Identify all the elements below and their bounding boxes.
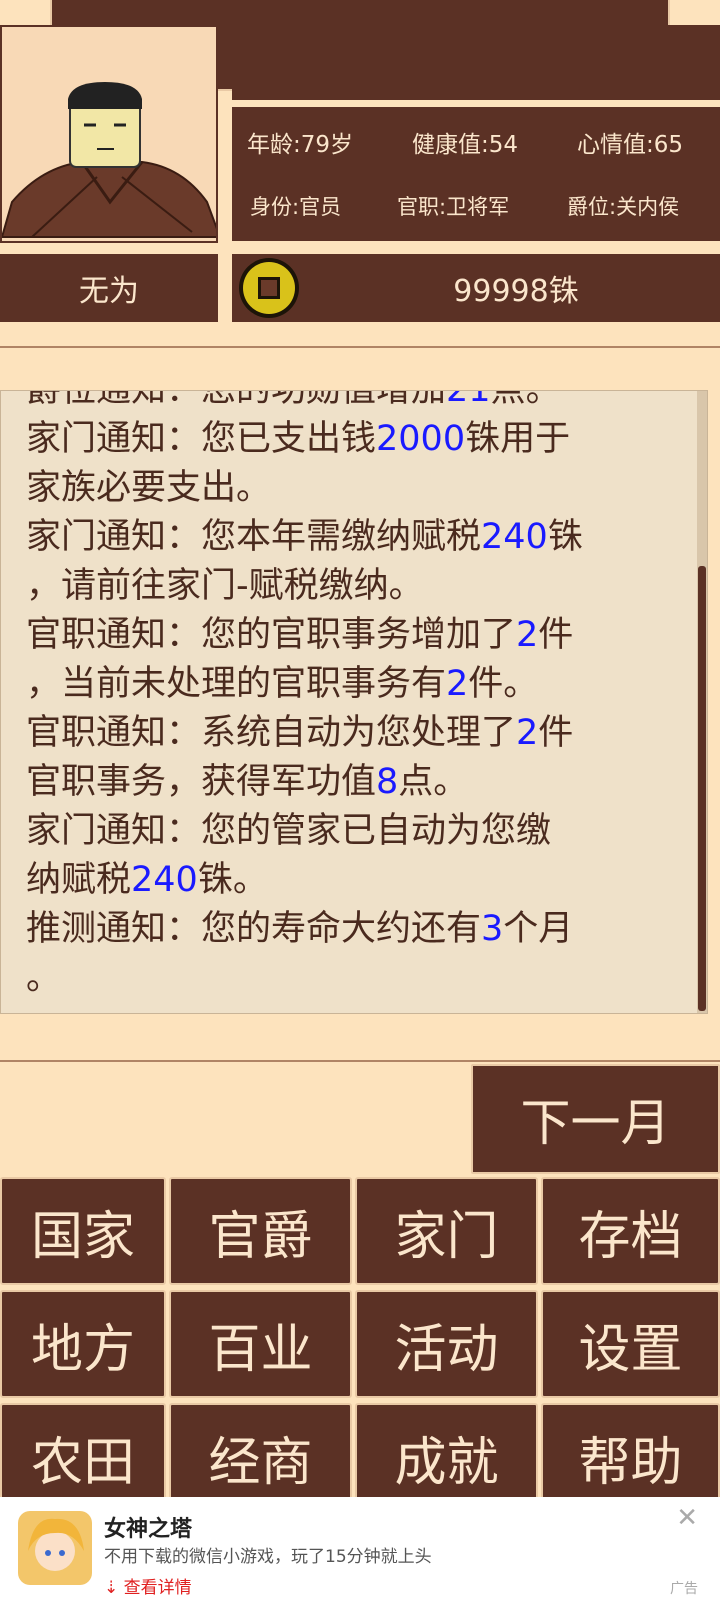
- age-stat: 年龄:79岁: [247, 132, 354, 158]
- log-number: 240: [481, 517, 548, 557]
- ad-label: 广告: [670, 1581, 698, 1597]
- ad-title: 女神之塔: [104, 1517, 193, 1542]
- next-month-button[interactable]: 下一月: [471, 1064, 720, 1174]
- log-number: 3: [481, 909, 504, 949]
- message-log[interactable]: 爵位通知：您的功勋值增加21点。 家门通知：您已支出钱2000铢用于 家族必要支出。…: [0, 390, 708, 1014]
- money-amount: 99998铢: [453, 274, 579, 309]
- character-name: 无为: [0, 254, 218, 322]
- log-line: 爵位通知：您的功勋值增加21点。: [26, 390, 701, 415]
- log-text: 个月: [503, 909, 574, 949]
- log-line: 推测通知：您的寿命大约还有3个月: [26, 905, 701, 954]
- log-scrollbar-thumb[interactable]: [698, 566, 706, 1011]
- ad-details-label: 查看详情: [123, 1578, 192, 1598]
- menu-button[interactable]: 百业: [169, 1290, 352, 1398]
- log-line: 官职通知：您的官职事务增加了2件: [26, 611, 701, 660]
- log-text: 件: [538, 615, 574, 655]
- menu-button[interactable]: 经商: [169, 1403, 352, 1511]
- log-line: 家门通知：您本年需缴纳赋税240铢: [26, 513, 701, 562]
- character-portrait[interactable]: [0, 25, 218, 243]
- log-number: 2: [446, 664, 469, 704]
- log-text: 件: [538, 713, 574, 753]
- log-number: 2: [516, 713, 539, 753]
- log-number: 240: [131, 860, 198, 900]
- header-bar: [232, 25, 720, 100]
- mood-stat: 心情值:65: [577, 132, 684, 158]
- log-text: 铢: [547, 517, 583, 557]
- log-line: ，请前往家门-赋税缴纳。: [26, 562, 701, 611]
- menu-button[interactable]: 帮助: [541, 1403, 720, 1511]
- log-text: 家门通知：您的管家已自动为您缴: [26, 811, 552, 851]
- divider: [0, 346, 720, 348]
- log-number: 2: [516, 615, 539, 655]
- log-text: 铢。: [197, 860, 268, 900]
- log-line: 官职事务，获得军功值8点。: [26, 758, 701, 807]
- log-text: 纳赋税: [26, 860, 132, 900]
- menu-button[interactable]: 家门: [355, 1177, 538, 1285]
- close-icon[interactable]: ✕: [676, 1503, 698, 1533]
- log-line: 官职通知：系统自动为您处理了2件: [26, 709, 701, 758]
- log-text: 家门通知：您本年需缴纳赋税: [26, 517, 482, 557]
- office-stat: 官职:卫将军: [397, 195, 510, 219]
- log-line: 家门通知：您的管家已自动为您缴: [26, 807, 701, 856]
- log-text: 铢用于: [465, 419, 571, 459]
- log-line: 家族必要支出。: [26, 464, 701, 513]
- menu-button[interactable]: 存档: [541, 1177, 720, 1285]
- log-text: ，请前往家门-赋税缴纳。: [26, 566, 424, 606]
- character-avatar-icon: [2, 27, 216, 241]
- ad-game-icon[interactable]: [18, 1511, 92, 1585]
- money-bar: 99998铢: [232, 254, 720, 322]
- log-number: 2000: [376, 419, 466, 459]
- ad-banner[interactable]: 女神之塔 不用下载的微信小游戏，玩了15分钟就上头 ⇣ 查看详情 ✕ 广告: [0, 1497, 720, 1600]
- menu-button[interactable]: 地方: [0, 1290, 166, 1398]
- log-line: 纳赋税240铢。: [26, 856, 701, 905]
- log-number: 21: [446, 390, 491, 410]
- menu-button[interactable]: 官爵: [169, 1177, 352, 1285]
- log-scrollbar[interactable]: [697, 391, 707, 1013]
- divider: [0, 1060, 720, 1062]
- menu-button[interactable]: 国家: [0, 1177, 166, 1285]
- log-number: 8: [376, 762, 399, 802]
- log-text: 件。: [468, 664, 539, 704]
- coin-icon: [239, 258, 299, 318]
- rank-stat: 爵位:关内侯: [567, 195, 680, 219]
- ad-description: 不用下载的微信小游戏，玩了15分钟就上头: [104, 1547, 432, 1567]
- log-text: 点。: [490, 390, 561, 410]
- menu-button[interactable]: 活动: [355, 1290, 538, 1398]
- log-line: 家门通知：您已支出钱2000铢用于: [26, 415, 701, 464]
- log-text: 官职通知：您的官职事务增加了: [26, 615, 517, 655]
- log-text: 。: [26, 958, 62, 998]
- stats-panel: 年龄:79岁 健康值:54 心情值:65 身份:官员 官职:卫将军 爵位:关内侯: [232, 107, 720, 241]
- log-text: 家门通知：您已支出钱: [26, 419, 377, 459]
- message-log-content: 爵位通知：您的功勋值增加21点。 家门通知：您已支出钱2000铢用于 家族必要支出。…: [26, 390, 701, 1003]
- log-text: 家族必要支出。: [26, 468, 272, 508]
- menu-button[interactable]: 设置: [541, 1290, 720, 1398]
- log-text: 推测通知：您的寿命大约还有: [26, 909, 482, 949]
- identity-stat: 身份:官员: [250, 195, 342, 219]
- log-line: ，当前未处理的官职事务有2件。: [26, 660, 701, 709]
- menu-button[interactable]: 成就: [355, 1403, 538, 1511]
- health-stat: 健康值:54: [412, 132, 519, 158]
- log-line: 。: [26, 954, 701, 1003]
- log-text: 爵位通知：您的功勋值增加: [26, 390, 447, 410]
- log-text: 官职通知：系统自动为您处理了: [26, 713, 517, 753]
- log-text: 点。: [398, 762, 469, 802]
- menu-button[interactable]: 农田: [0, 1403, 166, 1511]
- ad-details-link[interactable]: ⇣ 查看详情: [104, 1573, 192, 1598]
- log-text: 官职事务，获得军功值: [26, 762, 377, 802]
- log-text: ，当前未处理的官职事务有: [26, 664, 447, 704]
